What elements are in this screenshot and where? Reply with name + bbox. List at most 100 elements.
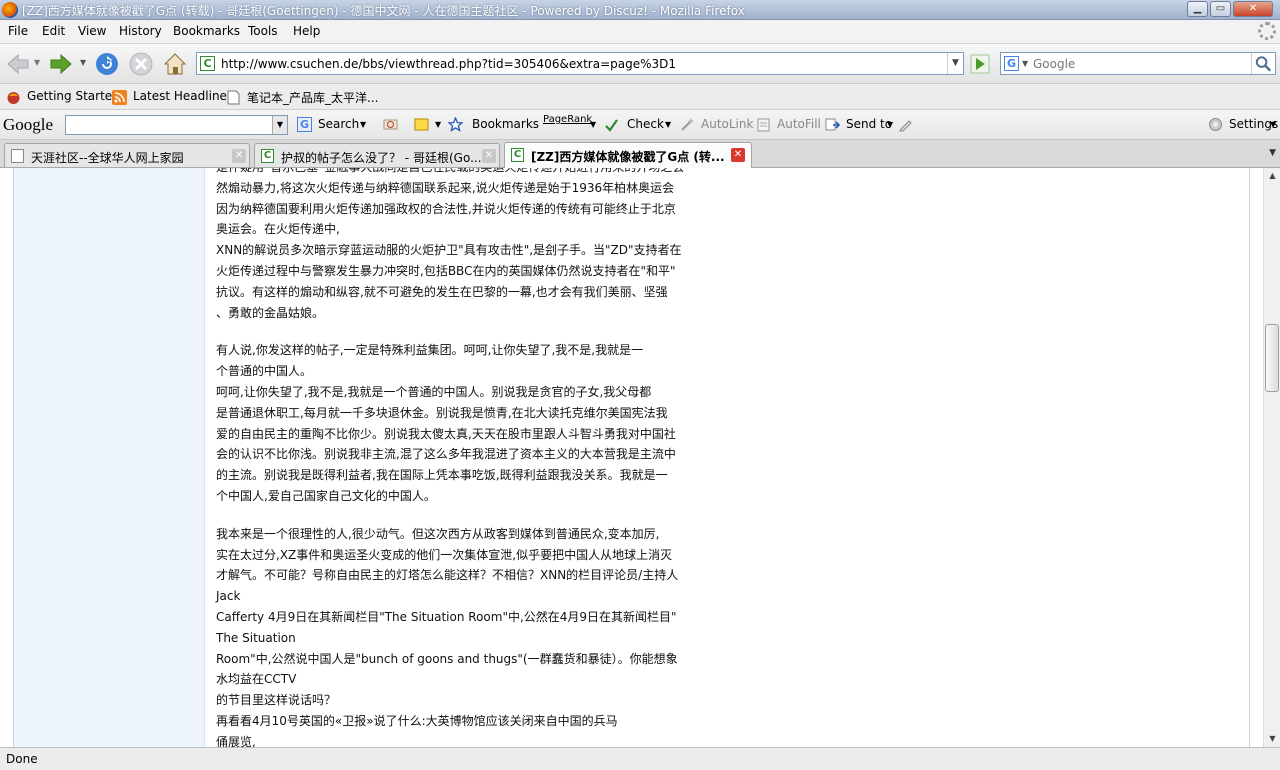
search-placeholder[interactable]: Google — [1033, 57, 1075, 71]
forward-arrow-icon[interactable] — [47, 50, 75, 78]
send-to-chevron-icon[interactable]: ▼ — [887, 120, 893, 129]
menu-file[interactable]: File — [8, 24, 28, 38]
settings-wrench-icon[interactable] — [1208, 117, 1223, 132]
stop-icon[interactable] — [127, 50, 155, 78]
highlight-icon[interactable] — [414, 117, 429, 132]
google-search-dropdown-icon[interactable]: ▼ — [272, 116, 287, 134]
firefox-logo-icon — [2, 2, 18, 18]
post-line: 是普通退休职工,每月就一千多块退休金。别说我是愤青,在北大读托克维尔美国宪法我 — [216, 405, 668, 420]
autolink-button[interactable]: AutoLink — [701, 117, 753, 131]
autolink-wand-icon[interactable] — [680, 117, 695, 132]
tab-strip: 天涯社区--全球华人网上家园 ✕ C 护叔的帖子怎么没了？ - 哥廷根(Go..… — [0, 140, 1280, 168]
post-line: 有人说,你发这样的帖子,一定是特殊利益集团。呵呵,让你失望了,我不是,我就是一 — [216, 343, 644, 358]
menu-bar: File Edit View History Bookmarks Tools H… — [0, 20, 1280, 44]
check-chevron-icon[interactable]: ▼ — [665, 120, 671, 129]
post-line: 的节目里这样说话吗？ — [216, 693, 337, 708]
menu-bookmarks[interactable]: Bookmarks — [173, 24, 240, 38]
site-favicon-icon: C — [511, 148, 524, 162]
go-button-icon[interactable] — [970, 54, 990, 74]
post-line: 呵呵,让你失望了,我不是,我就是一个普通的中国人。别说我是贪官的子女,我父母都 — [216, 384, 652, 399]
status-bar: Done — [0, 747, 1280, 770]
home-icon[interactable] — [161, 50, 189, 78]
popup-blocker-icon[interactable] — [383, 117, 398, 132]
tab-tianya[interactable]: 天涯社区--全球华人网上家园 ✕ — [4, 143, 250, 167]
post-line: 抗议。有这样的煽动和纵容,就不可避免的发生在巴黎的一幕,也才会有我们美丽、坚强 — [216, 284, 668, 299]
post-line: 再看看4月10号英国的«卫报»说了什么:大英博物馆应该关闭来自中国的兵马 — [216, 713, 618, 728]
post-line: 火炬传递过程中与警察发生暴力冲突时,包括BBC在内的英国媒体仍然说支持者在"和平… — [216, 263, 676, 278]
post-body: 是怀疑用“音乐巴塞”金融事大战同是自己在民载的奥运火炬传递开始进行用来的开场之会… — [216, 168, 736, 747]
search-engine-chevron-icon[interactable]: ▼ — [1022, 59, 1028, 68]
post-line: 个中国人,爱自己国家自己文化的中国人。 — [216, 488, 436, 503]
search-chevron-icon[interactable]: ▼ — [360, 120, 366, 129]
getting-started-icon — [7, 92, 20, 104]
check-button[interactable]: Check — [627, 117, 664, 131]
send-to-icon[interactable] — [825, 117, 840, 132]
close-window-button[interactable]: ✕ — [1233, 1, 1273, 17]
tab-western-media-post[interactable]: C [ZZ]西方媒体就像被戳了G点 (转... ✕ — [504, 142, 752, 168]
spellcheck-icon[interactable] — [604, 117, 619, 132]
autofill-button[interactable]: AutoFill — [777, 117, 821, 131]
maximize-button[interactable]: ▭ — [1210, 1, 1231, 17]
tab-protection-post[interactable]: C 护叔的帖子怎么没了？ - 哥廷根(Go... ✕ — [254, 143, 500, 167]
forward-history-chevron-icon[interactable]: ▼ — [80, 58, 86, 67]
menu-edit[interactable]: Edit — [42, 24, 65, 38]
reload-icon[interactable] — [93, 50, 121, 78]
pagerank-indicator[interactable]: PageRank — [543, 114, 592, 125]
search-magnifier-icon[interactable] — [1251, 53, 1275, 74]
vertical-scrollbar[interactable]: ▲ ▼ — [1263, 168, 1280, 747]
post-line: 水均益在CCTV — [216, 672, 297, 687]
pagerank-chevron-icon[interactable]: ▼ — [590, 120, 596, 129]
autofill-icon[interactable] — [756, 117, 771, 132]
site-favicon-icon: C — [261, 149, 274, 163]
bookmarks-toolbar: Getting Started Latest Headlines 笔记本_产品库… — [0, 84, 1280, 110]
tab-close-icon[interactable]: ✕ — [232, 149, 246, 163]
back-arrow-icon[interactable] — [4, 50, 32, 78]
activity-throbber-icon — [1258, 22, 1276, 40]
scroll-thumb[interactable] — [1265, 324, 1279, 392]
post-line: Cafferty 4月9日在其新闻栏目"The Situation Room"中… — [216, 609, 677, 624]
tab-title: 护叔的帖子怎么没了？ - 哥廷根(Go... — [281, 151, 481, 165]
google-toolbar: Google ▼ G Search ▼ ▼ Bookmarks PageRank… — [0, 110, 1280, 140]
post-line: 才解气。不可能？号称自由民主的灯塔怎么能这样？不相信？XNN的栏目评论员/主持人 — [216, 568, 679, 583]
back-history-chevron-icon[interactable]: ▼ — [34, 58, 40, 67]
bookmark-getting-started[interactable]: Getting Started — [27, 89, 120, 103]
bookmark-latest-headlines[interactable]: Latest Headlines — [133, 89, 233, 103]
menu-history[interactable]: History — [119, 24, 162, 38]
post-line: 个普通的中国人。 — [216, 364, 313, 379]
bookmark-notebook-products[interactable]: 笔记本_产品库_太平洋... — [247, 89, 378, 106]
search-box[interactable]: G ▼ Google — [1000, 52, 1276, 75]
post-line: XNN的解说员多次暗示穿蓝运动服的火炬护卫"具有攻击性",是刽子手。当"ZD"支… — [216, 243, 682, 258]
google-logo[interactable]: Google — [3, 115, 53, 135]
navigation-toolbar: ▼ ▼ C http://www.csuchen.de/bbs/viewthre… — [0, 44, 1280, 84]
status-text: Done — [6, 752, 38, 766]
post-line: 实在太过分,XZ事件和奥运圣火变成的他们一次集体宣泄,似乎要把中国人从地球上消灭 — [216, 547, 673, 562]
search-engine-google-icon[interactable]: G — [1004, 56, 1019, 71]
url-text[interactable]: http://www.csuchen.de/bbs/viewthread.php… — [221, 57, 676, 71]
post-line: 的主流。别说我是既得利益者,我在国际上凭本事吃饭,既得利益跟我没关系。我就是一 — [216, 468, 668, 483]
star-icon[interactable] — [448, 117, 463, 132]
pencil-icon[interactable] — [898, 117, 913, 132]
settings-chevron-icon[interactable]: ▼ — [1270, 120, 1276, 129]
post-line: 因为纳粹德国要利用火炬传递加强政权的合法性,并说火炬传递的传统有可能终止于北京 — [216, 201, 676, 216]
scroll-down-arrow-icon[interactable]: ▼ — [1265, 731, 1280, 747]
url-history-dropdown-icon[interactable]: ▼ — [947, 53, 963, 74]
highlight-chevron-icon[interactable]: ▼ — [435, 120, 441, 129]
send-to-button[interactable]: Send to — [846, 117, 892, 131]
url-field[interactable]: C http://www.csuchen.de/bbs/viewthread.p… — [196, 52, 964, 75]
post-line: 爱的自由民主的重陶不比你少。别说我太傻太真,天天在股市里跟人斗智斗勇我对中国社 — [216, 426, 676, 441]
menu-view[interactable]: View — [78, 24, 106, 38]
google-search-input[interactable]: ▼ — [65, 115, 288, 135]
scroll-up-arrow-icon[interactable]: ▲ — [1265, 168, 1280, 184]
post-line: Jack — [216, 589, 241, 604]
tab-close-icon[interactable]: ✕ — [731, 148, 745, 162]
google-bookmarks-button[interactable]: Bookmarks — [472, 117, 539, 131]
tab-list-chevron-icon[interactable]: ▼ — [1269, 148, 1276, 158]
tab-close-icon[interactable]: ✕ — [482, 149, 496, 163]
google-search-button[interactable]: Search — [318, 117, 359, 131]
page-content: 是怀疑用“音乐巴塞”金融事大战同是自己在民载的奥运火炬传递开始进行用来的开场之会… — [0, 168, 1263, 747]
menu-tools[interactable]: Tools — [248, 24, 278, 38]
minimize-button[interactable]: ▁ — [1187, 1, 1208, 17]
menu-help[interactable]: Help — [293, 24, 320, 38]
